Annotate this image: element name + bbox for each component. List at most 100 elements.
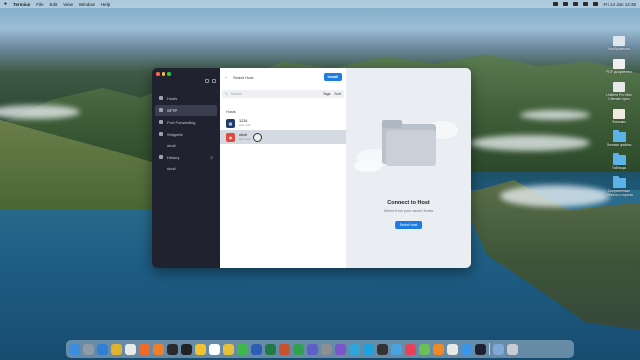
- notes-icon[interactable]: [195, 343, 206, 355]
- excel-icon[interactable]: [265, 343, 276, 355]
- close-window-button[interactable]: [156, 72, 160, 76]
- preview-icon[interactable]: [447, 343, 458, 355]
- file-thumbnail-icon: [613, 59, 625, 69]
- tags-filter[interactable]: Tags: [323, 92, 331, 96]
- sftp-icon: [159, 108, 163, 112]
- dock: [66, 340, 574, 358]
- sidebar-item-history[interactable]: History ⚲: [155, 152, 217, 163]
- menu-app-name[interactable]: Termius: [13, 2, 30, 7]
- desktop-item-label: Личные файлы: [606, 143, 632, 147]
- word-icon[interactable]: [251, 343, 262, 355]
- search-icon[interactable]: [583, 2, 589, 6]
- sidebar-item-port-forwarding[interactable]: Port Forwarding: [155, 117, 217, 128]
- menu-window[interactable]: Window: [79, 2, 95, 7]
- host-row-ubuli[interactable]: ◉ ubuli ssh, root: [220, 130, 346, 144]
- wallpaper-cloud: [470, 135, 590, 151]
- powerpoint-icon[interactable]: [279, 343, 290, 355]
- sort-filter[interactable]: Sort: [334, 92, 341, 96]
- search-icon[interactable]: ⚲: [210, 155, 213, 160]
- file-thumbnail-icon: [613, 36, 625, 46]
- desktop-item[interactable]: PDF-документы: [602, 59, 636, 74]
- facetime-icon[interactable]: [293, 343, 304, 355]
- sidebar-item-label: History: [167, 154, 180, 160]
- search-input[interactable]: ⚲ Search Tags Sort: [222, 90, 344, 98]
- select-host-button[interactable]: Select host: [394, 221, 423, 229]
- folder-icon: [612, 130, 626, 142]
- dark-app-icon[interactable]: [167, 343, 178, 355]
- search-icon: ⚲: [225, 92, 228, 96]
- apple-menu-icon[interactable]: ●: [4, 1, 7, 7]
- firefox-icon[interactable]: [153, 343, 164, 355]
- sidebar-item-hosts[interactable]: Hosts: [155, 93, 217, 104]
- battery-icon[interactable]: [573, 2, 579, 6]
- trash-icon[interactable]: [506, 343, 518, 355]
- sidebar-session-ubuli[interactable]: ubuli: [155, 141, 217, 151]
- sidebar-toolbar: [205, 79, 216, 83]
- skype-icon[interactable]: [363, 343, 374, 355]
- layout-icon[interactable]: [212, 79, 216, 83]
- desktop-item[interactable]: Таблицы: [602, 153, 636, 170]
- messages-icon[interactable]: [237, 343, 248, 355]
- vlc-icon[interactable]: [433, 343, 444, 355]
- terminal-icon[interactable]: [377, 343, 388, 355]
- wifi-icon[interactable]: [563, 2, 569, 6]
- desktop-item-label: Сохраненные объекты стороны: [604, 189, 634, 197]
- folder-icon: [612, 176, 626, 188]
- music-icon[interactable]: [405, 343, 416, 355]
- settings-icon[interactable]: [321, 343, 332, 355]
- desktop-item-label: PDF-документы: [606, 70, 632, 74]
- host-details: ssh, root: [239, 123, 251, 127]
- desktop-item[interactable]: Личные файлы: [602, 130, 636, 147]
- status-icon[interactable]: [553, 2, 559, 6]
- menu-view[interactable]: View: [63, 2, 73, 7]
- history-icon: [159, 155, 163, 159]
- desktop-item[interactable]: Untitled Pro Max Ultimate spec: [602, 82, 636, 101]
- control-center-icon[interactable]: [593, 2, 599, 6]
- back-arrow-icon[interactable]: ←: [224, 74, 229, 80]
- chrome-icon[interactable]: [111, 343, 122, 355]
- desktop-item[interactable]: Фильмы: [602, 109, 636, 124]
- menu-clock[interactable]: Fri 14 Jan 14:35: [603, 2, 636, 7]
- sidebar-item-snippets[interactable]: Snippets: [155, 129, 217, 140]
- calendar-icon[interactable]: [209, 343, 220, 355]
- brave-icon[interactable]: [139, 343, 150, 355]
- photos-icon[interactable]: [223, 343, 234, 355]
- file-thumbnail-icon: [613, 109, 625, 119]
- mail-icon[interactable]: [461, 343, 472, 355]
- search-placeholder: Search: [230, 92, 243, 96]
- termius-icon[interactable]: [475, 343, 486, 355]
- port-forwarding-icon: [159, 120, 163, 124]
- hosts-section-label: Hosts: [226, 110, 236, 114]
- teams-icon[interactable]: [307, 343, 318, 355]
- launchpad-icon[interactable]: [83, 343, 94, 355]
- downloads-icon[interactable]: [492, 343, 504, 355]
- desktop-item-label: Изображения: [608, 47, 630, 51]
- menu-help[interactable]: Help: [101, 2, 110, 7]
- desktop-item[interactable]: Изображения: [602, 36, 636, 51]
- vpn-icon[interactable]: [391, 343, 402, 355]
- yandex-icon[interactable]: [125, 343, 136, 355]
- sidebar-item-sftp[interactable]: SFTP: [155, 104, 217, 116]
- mouse-cursor: [253, 133, 262, 142]
- desktop-item-label: Untitled Pro Max Ultimate spec: [606, 93, 632, 101]
- desktop-item[interactable]: Сохраненные объекты стороны: [602, 176, 636, 197]
- sidebar-history-ubuli[interactable]: ubuli: [155, 164, 217, 174]
- finder-icon[interactable]: [69, 343, 80, 355]
- notifications-icon[interactable]: [205, 79, 209, 83]
- menu-edit[interactable]: Edit: [49, 2, 57, 7]
- install-button[interactable]: Install: [323, 73, 342, 81]
- connect-subtitle: Select from your saved Hosts: [383, 209, 434, 213]
- wallpaper-cloud: [520, 110, 590, 120]
- wallpaper-cloud: [500, 185, 610, 207]
- viber-icon[interactable]: [335, 343, 346, 355]
- sidebar-item-label: SFTP: [167, 107, 178, 113]
- menu-file[interactable]: File: [36, 2, 43, 7]
- folder-icon: [612, 153, 626, 165]
- minimize-window-button[interactable]: [161, 72, 165, 76]
- clock-icon[interactable]: [181, 343, 192, 355]
- telegram-icon[interactable]: [349, 343, 360, 355]
- safari-icon[interactable]: [97, 343, 108, 355]
- host-row-1234[interactable]: ▦ 1234 ssh, root: [220, 116, 346, 130]
- maps-icon[interactable]: [419, 343, 430, 355]
- zoom-window-button[interactable]: [167, 72, 171, 76]
